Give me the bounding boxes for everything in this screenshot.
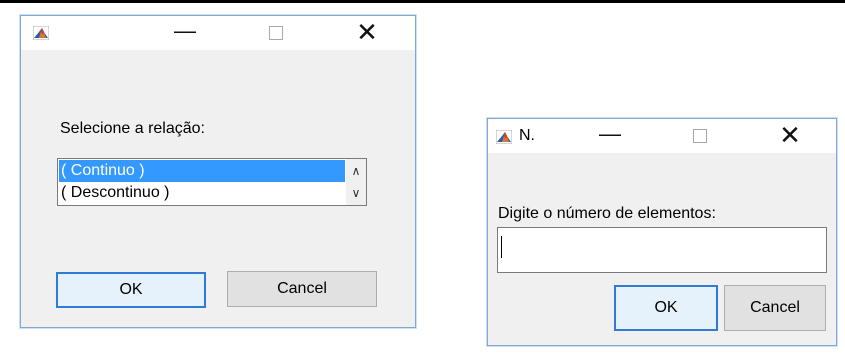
title-bar[interactable]: N. — ✕ [488, 119, 836, 153]
minimize-icon[interactable]: — [598, 123, 622, 145]
matlab-icon [496, 130, 512, 144]
chevron-down-icon[interactable]: ∨ [346, 183, 366, 203]
close-icon[interactable]: ✕ [355, 19, 379, 45]
ok-button[interactable]: OK [56, 272, 206, 308]
chevron-up-icon[interactable]: ∧ [346, 161, 366, 181]
cancel-button[interactable]: Cancel [227, 271, 377, 307]
relation-prompt: Selecione a relação: [60, 120, 205, 137]
relation-dialog: — ✕ Selecione a relação: ( Continuo ) ( … [20, 15, 416, 328]
element-count-input[interactable] [497, 227, 827, 273]
list-item[interactable]: ( Descontinuo ) [59, 182, 345, 204]
text-caret [501, 236, 502, 258]
ok-button[interactable]: OK [614, 285, 718, 331]
matlab-icon [33, 26, 49, 40]
minimize-icon[interactable]: — [173, 20, 197, 42]
window-title: N. [519, 127, 535, 144]
close-icon[interactable]: ✕ [778, 122, 802, 148]
top-rule [0, 0, 845, 3]
maximize-icon[interactable] [269, 26, 283, 40]
element-count-dialog: N. — ✕ Digite o número de elementos: OK … [487, 118, 837, 346]
relation-list-items: ( Continuo ) ( Descontinuo ) [59, 160, 345, 204]
title-bar[interactable]: — ✕ [21, 16, 415, 50]
cancel-button[interactable]: Cancel [724, 285, 826, 331]
list-item[interactable]: ( Continuo ) [59, 160, 345, 182]
relation-listbox[interactable]: ( Continuo ) ( Descontinuo ) ∧ ∨ [57, 158, 367, 206]
element-count-prompt: Digite o número de elementos: [498, 205, 716, 222]
maximize-icon[interactable] [693, 129, 707, 143]
list-scrollbar[interactable]: ∧ ∨ [346, 159, 366, 205]
